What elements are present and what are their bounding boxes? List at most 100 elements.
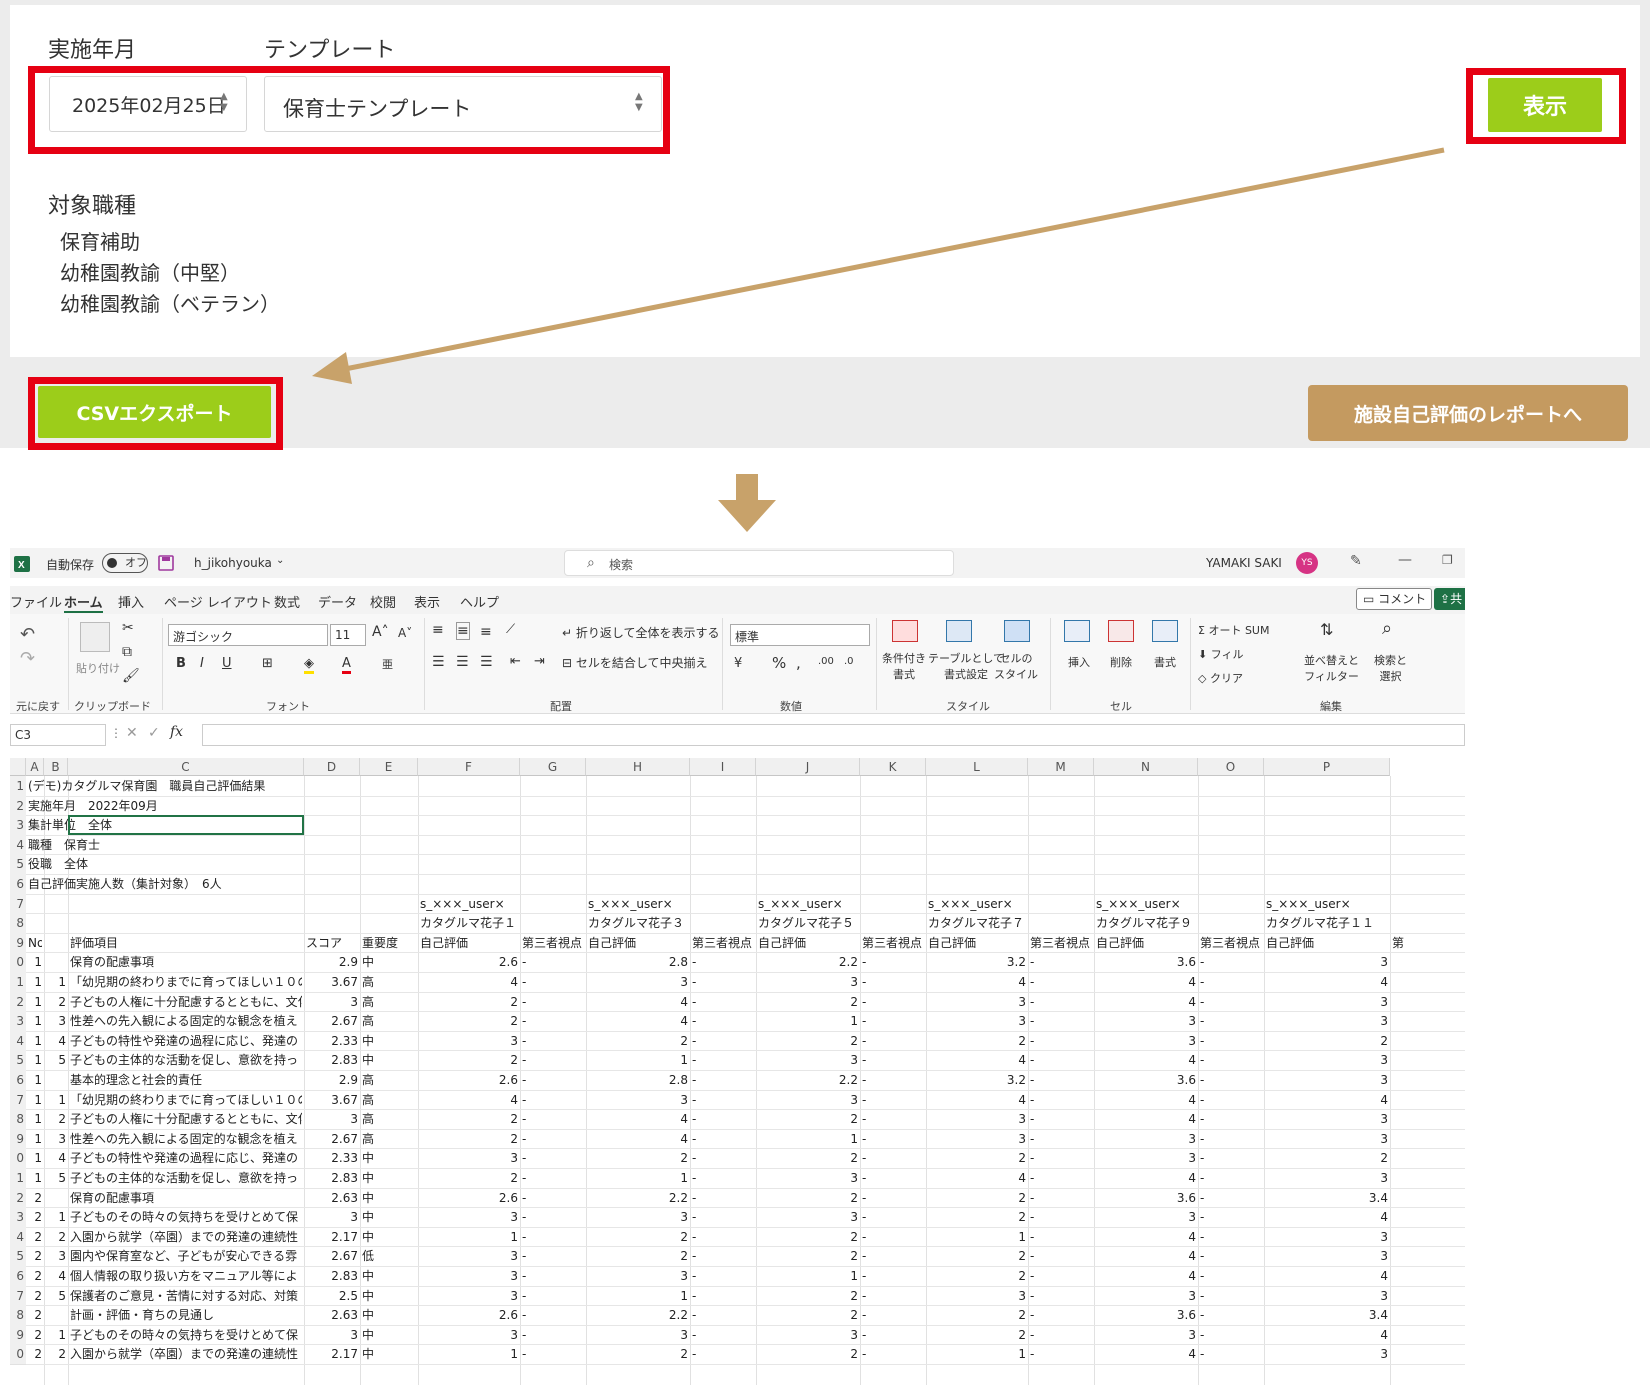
third-party-cell[interactable]: - — [862, 1031, 924, 1052]
self-score-cell[interactable]: 2 — [420, 1011, 518, 1032]
third-party-cell[interactable]: - — [1030, 972, 1092, 993]
column-header-b[interactable]: B — [44, 758, 68, 776]
conditional-format-label[interactable]: 条件付き 書式 — [882, 650, 926, 682]
row-header[interactable]: 3 — [10, 1011, 26, 1032]
user-id-cell[interactable]: s_×××_user× — [420, 894, 518, 915]
importance-cell[interactable]: 高 — [362, 1090, 416, 1111]
row-header[interactable]: 4 — [10, 834, 26, 856]
self-score-cell[interactable]: 1 — [420, 1227, 518, 1248]
self-score-cell[interactable]: 2 — [758, 1148, 858, 1169]
orientation-icon[interactable]: ⟋ — [506, 622, 515, 637]
formula-input[interactable] — [202, 724, 1465, 746]
self-score-cell[interactable]: 2.2 — [758, 952, 858, 973]
third-party-cell[interactable]: - — [692, 1031, 754, 1052]
sub-no-cell[interactable]: 4 — [46, 1148, 66, 1169]
self-score-cell[interactable]: 4 — [588, 1109, 688, 1130]
third-party-cell[interactable]: - — [692, 1207, 754, 1228]
self-score-cell[interactable]: 2 — [758, 1188, 858, 1209]
score-cell[interactable]: 2.33 — [306, 1148, 358, 1169]
self-score-cell[interactable]: 3 — [758, 1325, 858, 1346]
user-id-cell[interactable]: s_×××_user× — [588, 894, 688, 915]
self-score-cell[interactable]: 2 — [758, 1286, 858, 1307]
self-score-cell[interactable]: 4 — [1096, 1227, 1196, 1248]
self-score-cell[interactable]: 1 — [758, 1266, 858, 1287]
self-score-cell[interactable]: 4 — [1266, 1266, 1388, 1287]
third-party-cell[interactable]: - — [522, 1344, 584, 1365]
paste-label[interactable]: 貼り付け — [76, 660, 120, 676]
third-party-cell[interactable]: - — [522, 1148, 584, 1169]
self-score-cell[interactable]: 2 — [420, 1129, 518, 1150]
self-score-cell[interactable]: 1 — [588, 1050, 688, 1071]
item-cell[interactable]: 子どもの特性や発達の過程に応じ、発達の — [70, 1031, 302, 1052]
column-header-c[interactable]: C — [68, 758, 304, 776]
no-cell[interactable]: 2 — [28, 1188, 42, 1209]
self-score-cell[interactable]: 3 — [1096, 1129, 1196, 1150]
menu-help[interactable]: ヘルプ — [460, 592, 499, 611]
self-score-cell[interactable]: 3 — [1266, 952, 1388, 973]
self-score-cell[interactable]: 3 — [1266, 992, 1388, 1013]
self-score-cell[interactable]: 4 — [928, 972, 1026, 993]
enter-icon[interactable]: ✓ — [148, 725, 160, 741]
score-cell[interactable]: 3 — [306, 1325, 358, 1346]
csv-export-button[interactable]: CSVエクスポート — [38, 386, 271, 438]
self-score-cell[interactable]: 3.2 — [928, 952, 1026, 973]
user-name-cell[interactable]: カタグルマ花子１１ — [1266, 913, 1388, 934]
self-score-cell[interactable]: 2 — [1266, 1148, 1388, 1169]
self-score-cell[interactable]: 3 — [1266, 1246, 1388, 1267]
menu-insert[interactable]: 挿入 — [118, 592, 144, 611]
score-cell[interactable]: 2.83 — [306, 1050, 358, 1071]
third-party-cell[interactable]: - — [1030, 992, 1092, 1013]
third-party-cell[interactable]: - — [1200, 1148, 1262, 1169]
self-score-cell[interactable]: 3 — [758, 972, 858, 993]
sub-no-cell[interactable] — [46, 952, 66, 973]
no-cell[interactable]: 1 — [28, 1011, 42, 1032]
format-table-icon[interactable] — [946, 620, 972, 642]
score-cell[interactable]: 2.63 — [306, 1188, 358, 1209]
importance-cell[interactable]: 中 — [362, 1188, 416, 1209]
sub-no-cell[interactable] — [46, 1305, 66, 1326]
self-score-cell[interactable]: 3 — [1266, 1168, 1388, 1189]
row-header[interactable]: 1 — [10, 776, 26, 797]
third-party-header[interactable]: 第 — [1392, 933, 1408, 954]
self-eval-header[interactable]: 自己評価 — [1266, 933, 1388, 954]
third-party-cell[interactable]: - — [522, 1266, 584, 1287]
self-score-cell[interactable]: 1 — [588, 1286, 688, 1307]
third-party-cell[interactable]: - — [692, 952, 754, 973]
row-header[interactable]: 3 — [10, 815, 26, 836]
importance-cell[interactable]: 中 — [362, 1207, 416, 1228]
self-score-cell[interactable]: 4 — [1266, 1090, 1388, 1111]
self-score-cell[interactable]: 2 — [928, 1188, 1026, 1209]
column-header-e[interactable]: E — [360, 758, 418, 776]
no-cell[interactable]: 2 — [28, 1266, 42, 1287]
pen-icon[interactable]: ✎ — [1350, 553, 1362, 569]
self-score-cell[interactable]: 3.6 — [1096, 1070, 1196, 1091]
third-party-cell[interactable]: - — [522, 1129, 584, 1150]
align-bottom-icon[interactable]: ≡ — [480, 624, 492, 640]
third-party-cell[interactable]: - — [1030, 1148, 1092, 1169]
sub-no-cell[interactable]: 3 — [46, 1011, 66, 1032]
third-party-cell[interactable]: - — [522, 1305, 584, 1326]
no-cell[interactable]: 1 — [28, 1148, 42, 1169]
third-party-cell[interactable]: - — [1030, 1188, 1092, 1209]
row-header[interactable]: 2 — [10, 1187, 26, 1209]
self-score-cell[interactable]: 2 — [588, 1246, 688, 1267]
user-id-cell[interactable]: s_×××_user× — [928, 894, 1026, 915]
cell-styles-icon[interactable] — [1004, 620, 1030, 642]
autosave-toggle[interactable]: オフ — [102, 553, 148, 573]
importance-cell[interactable]: 高 — [362, 1109, 416, 1130]
clear-button[interactable]: ◇ クリア — [1198, 670, 1243, 686]
paste-icon[interactable] — [80, 622, 110, 652]
third-party-cell[interactable]: - — [1030, 1168, 1092, 1189]
item-cell[interactable]: 子どものその時々の気持ちを受けとめて保 — [70, 1325, 302, 1346]
row-header[interactable]: 5 — [10, 1246, 26, 1267]
search-box[interactable]: ⌕ 検索 — [564, 550, 954, 576]
self-score-cell[interactable]: 3.4 — [1266, 1188, 1388, 1209]
file-name[interactable]: h_jikohyouka — [194, 556, 272, 570]
third-party-cell[interactable]: - — [692, 992, 754, 1013]
score-cell[interactable]: 3.67 — [306, 972, 358, 993]
self-score-cell[interactable]: 4 — [1096, 1050, 1196, 1071]
sub-no-cell[interactable]: 3 — [46, 1129, 66, 1150]
copy-icon[interactable]: ⧉ — [122, 644, 132, 660]
item-cell[interactable]: 子どもの人権に十分配慮するとともに、文化 — [70, 992, 302, 1013]
self-score-cell[interactable]: 3 — [420, 1286, 518, 1307]
